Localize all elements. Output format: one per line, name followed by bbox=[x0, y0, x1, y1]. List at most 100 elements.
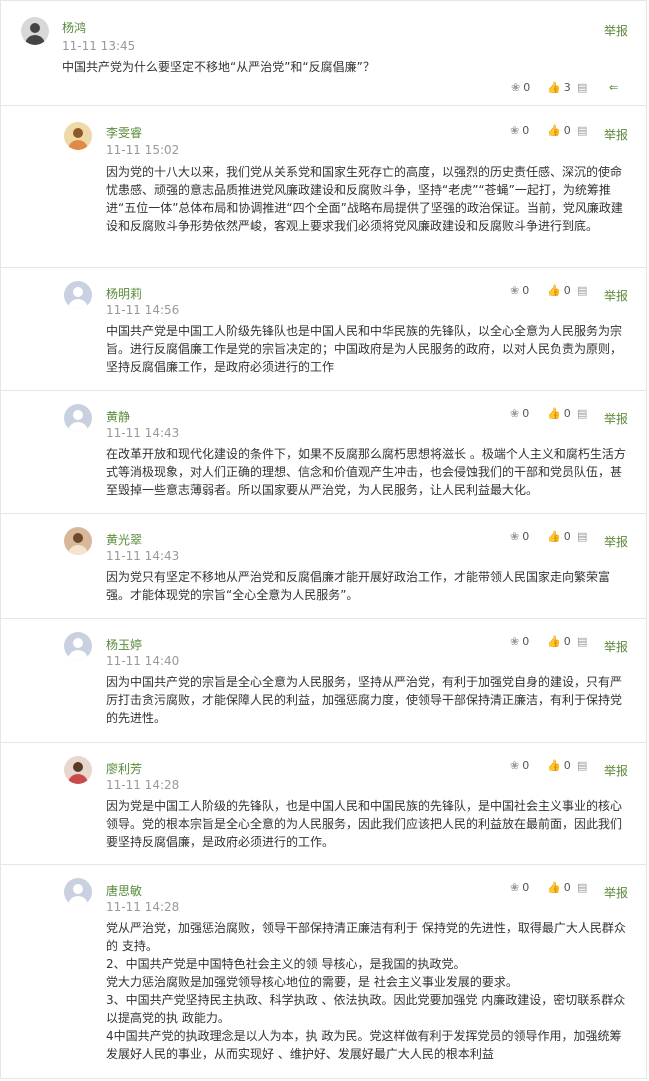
post-time: 11-11 13:45 bbox=[62, 39, 136, 53]
reply-item: 廖利芳 11-11 14:28 举报 ❀ 0 👍 0 ▤ 因为党是中国工人阶级的先锋… bbox=[0, 743, 647, 865]
content-paragraph: 党大力惩治腐败是加强党领导核心地位的需要，是 社会主义事业发展的要求。 bbox=[106, 975, 518, 989]
like-count[interactable]: 👍 0 bbox=[547, 881, 571, 894]
avatar[interactable] bbox=[64, 281, 92, 309]
avatar[interactable] bbox=[64, 878, 92, 906]
flower-icon: ❀ bbox=[510, 635, 520, 648]
report-link[interactable]: 举报 bbox=[604, 884, 628, 901]
reply-time: 11-11 14:43 bbox=[106, 549, 180, 563]
comment-icon: ▤ bbox=[577, 635, 588, 648]
comment-icon: ▤ bbox=[577, 759, 588, 772]
reply-time: 11-11 14:28 bbox=[106, 778, 180, 792]
content-paragraph: 党从严治党，加强惩治腐败，领导干部保持清正廉洁有利于 保持党的先进性，取得最广大… bbox=[106, 921, 626, 953]
reply-arrow-icon: ⇐ bbox=[609, 81, 619, 94]
report-link[interactable]: 举报 bbox=[604, 638, 628, 655]
report-link[interactable]: 举报 bbox=[604, 126, 628, 143]
avatar[interactable] bbox=[64, 404, 92, 432]
author-name[interactable]: 杨明莉 bbox=[106, 285, 142, 302]
like-count[interactable]: 👍 0 bbox=[547, 124, 571, 137]
flower-count[interactable]: ❀ 0 bbox=[510, 124, 529, 137]
reply-item: 黄光翠 11-11 14:43 举报 ❀ 0 👍 0 ▤ 因为党只有坚定不移地从严治… bbox=[0, 514, 647, 619]
reply-time: 11-11 14:56 bbox=[106, 303, 180, 317]
comment-button[interactable]: ▤ bbox=[577, 759, 587, 772]
thumb-up-icon: 👍 bbox=[547, 881, 561, 894]
reply-time: 11-11 14:40 bbox=[106, 654, 180, 668]
author-name[interactable]: 黄光翠 bbox=[106, 531, 142, 548]
flower-count[interactable]: ❀ 0 bbox=[510, 635, 529, 648]
flower-count[interactable]: ❀ 0 bbox=[510, 530, 529, 543]
flower-count[interactable]: ❀ 0 bbox=[511, 81, 530, 94]
author-name[interactable]: 李雯睿 bbox=[106, 124, 142, 141]
thumb-up-icon: 👍 bbox=[547, 124, 561, 137]
report-link[interactable]: 举报 bbox=[604, 533, 628, 550]
comment-icon: ▤ bbox=[577, 124, 588, 137]
comment-button[interactable]: ▤ bbox=[577, 284, 587, 297]
reply-content: 因为中国共产党的宗旨是全心全意为人民服务，坚持从严治党，有利于加强党自身的建设，… bbox=[106, 675, 623, 725]
content-paragraph: 3、中国共产党坚持民主执政、科学执政 、依法执政。因此党要加强党 内廉政建设，密… bbox=[106, 993, 626, 1025]
avatar[interactable] bbox=[64, 527, 92, 555]
flower-icon: ❀ bbox=[510, 407, 520, 420]
avatar[interactable] bbox=[64, 122, 92, 150]
thumb-up-icon: 👍 bbox=[547, 81, 561, 94]
content-paragraph: 2、中国共产党是中国特色社会主义的领 导核心，是我国的执政党。 bbox=[106, 957, 466, 971]
reply-content: 因为党只有坚定不移地从严治党和反腐倡廉才能开展好政治工作，才能带领人民国家走向繁… bbox=[106, 570, 611, 602]
comment-button[interactable]: ▤ bbox=[577, 81, 587, 94]
report-link[interactable]: 举报 bbox=[604, 287, 628, 304]
report-link[interactable]: 举报 bbox=[604, 22, 628, 39]
thumb-up-icon: 👍 bbox=[547, 759, 561, 772]
flower-count[interactable]: ❀ 0 bbox=[510, 881, 529, 894]
author-name[interactable]: 唐思敏 bbox=[106, 882, 142, 899]
author-name[interactable]: 黄静 bbox=[106, 408, 130, 425]
comment-button[interactable]: ▤ bbox=[577, 407, 587, 420]
flower-count[interactable]: ❀ 0 bbox=[510, 284, 529, 297]
comment-icon: ▤ bbox=[577, 284, 588, 297]
avatar[interactable] bbox=[64, 632, 92, 660]
avatar[interactable] bbox=[64, 756, 92, 784]
comment-button[interactable]: ▤ bbox=[577, 881, 587, 894]
comment-icon: ▤ bbox=[577, 881, 588, 894]
like-count[interactable]: 👍 0 bbox=[547, 635, 571, 648]
reply-item: 杨明莉 11-11 14:56 举报 ❀ 0 👍 0 ▤ 中国共产党是中国工人阶级先… bbox=[0, 268, 647, 391]
comment-button[interactable]: ▤ bbox=[577, 530, 587, 543]
flower-icon: ❀ bbox=[510, 124, 520, 137]
reply-item: 杨玉婷 11-11 14:40 举报 ❀ 0 👍 0 ▤ 因为中国共产党的宗旨是全心… bbox=[0, 619, 647, 743]
reply-content: 因为党是中国工人阶级的先锋队，也是中国人民和中国民族的先锋队，是中国社会主义事业… bbox=[106, 799, 623, 849]
author-name[interactable]: 廖利芳 bbox=[106, 760, 142, 777]
post-content: 中国共产党为什么要坚定不移地“从严治党”和“反腐倡廉”？ bbox=[62, 60, 375, 74]
reply-time: 11-11 14:28 bbox=[106, 900, 180, 914]
comment-icon: ▤ bbox=[577, 81, 588, 94]
reply-content: 党从严治党，加强惩治腐败，领导干部保持清正廉洁有利于 保持党的先进性，取得最广大… bbox=[106, 919, 628, 1063]
reply-time: 11-11 14:43 bbox=[106, 426, 180, 440]
like-count[interactable]: 👍 3 bbox=[547, 81, 571, 94]
reply-content: 因为党的十八大以来，我们党从关系党和国家生死存亡的高度，以强烈的历史责任感、深沉… bbox=[106, 165, 623, 233]
author-name[interactable]: 杨鸿 bbox=[62, 19, 86, 36]
flower-icon: ❀ bbox=[510, 881, 520, 894]
flower-icon: ❀ bbox=[510, 530, 520, 543]
like-count[interactable]: 👍 0 bbox=[547, 530, 571, 543]
flower-count[interactable]: ❀ 0 bbox=[510, 407, 529, 420]
thumb-up-icon: 👍 bbox=[547, 407, 561, 420]
reply-time: 11-11 15:02 bbox=[106, 143, 180, 157]
avatar[interactable] bbox=[21, 17, 49, 45]
like-count[interactable]: 👍 0 bbox=[547, 759, 571, 772]
report-link[interactable]: 举报 bbox=[604, 410, 628, 427]
like-count[interactable]: 👍 0 bbox=[547, 407, 571, 420]
thumb-up-icon: 👍 bbox=[547, 284, 561, 297]
like-count[interactable]: 👍 0 bbox=[547, 284, 571, 297]
content-paragraph: 4中国共产党的执政理念是以人为本，执 政为民。党这样做有利于发挥党员的领导作用，… bbox=[106, 1029, 622, 1061]
flower-count[interactable]: ❀ 0 bbox=[510, 759, 529, 772]
comment-icon: ▤ bbox=[577, 530, 588, 543]
reply-content: 中国共产党是中国工人阶级先锋队也是中国人民和中华民族的先锋队，以全心全意为人民服… bbox=[106, 324, 623, 374]
report-link[interactable]: 举报 bbox=[604, 762, 628, 779]
flower-icon: ❀ bbox=[510, 284, 520, 297]
reply-item: 黄静 11-11 14:43 举报 ❀ 0 👍 0 ▤ 在改革开放和现代化建设的条件… bbox=[0, 391, 647, 514]
comment-icon: ▤ bbox=[577, 407, 588, 420]
reply-button[interactable]: ⇐ bbox=[609, 81, 618, 94]
flower-icon: ❀ bbox=[510, 759, 520, 772]
thumb-up-icon: 👍 bbox=[547, 530, 561, 543]
author-name[interactable]: 杨玉婷 bbox=[106, 636, 142, 653]
comment-button[interactable]: ▤ bbox=[577, 635, 587, 648]
main-post: 杨鸿 11-11 13:45 举报 中国共产党为什么要坚定不移地“从严治党”和“… bbox=[0, 0, 647, 106]
comment-button[interactable]: ▤ bbox=[577, 124, 587, 137]
reply-content: 在改革开放和现代化建设的条件下，如果不反腐那么腐朽思想将滋长 。极端个人主义和腐… bbox=[106, 447, 626, 497]
thumb-up-icon: 👍 bbox=[547, 635, 561, 648]
